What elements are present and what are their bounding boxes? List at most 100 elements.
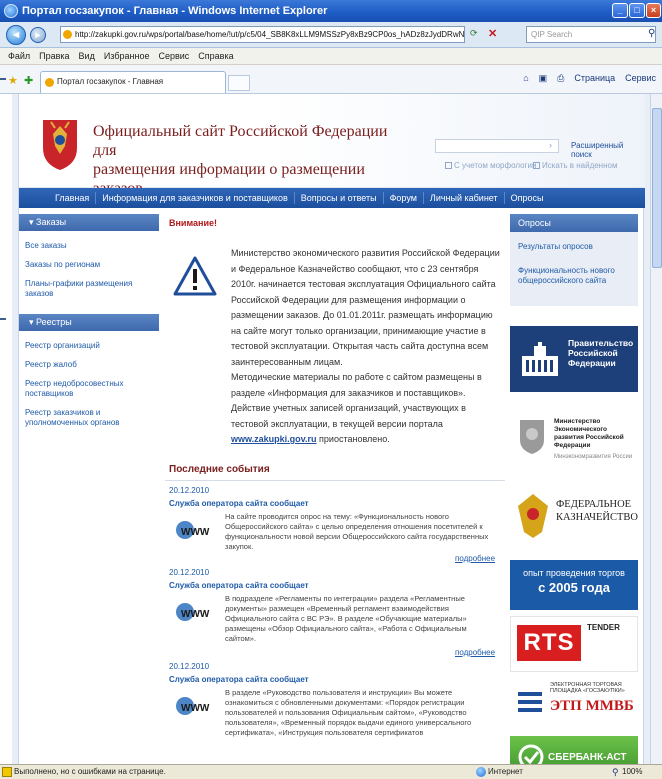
security-zone: Интернет (488, 767, 523, 776)
minimize-button[interactable]: _ (612, 3, 628, 18)
link-registry-unfair[interactable]: Реестр недобросовестных поставщиков (25, 379, 159, 399)
notice-paragraph: Действие учетных записей организаций, уч… (231, 403, 466, 429)
torgi-banner-line2: с 2005 года (538, 580, 610, 595)
browser-viewport: Официальный сайт Российской Федерации дл… (12, 94, 650, 764)
event-item: 20.12.2010 Служба оператора сайта сообща… (165, 662, 505, 752)
edge-fragment (0, 78, 6, 80)
link-registry-complaints[interactable]: Реестр жалоб (25, 360, 159, 370)
advanced-search-link[interactable]: Расширенный поиск (571, 141, 645, 159)
link-orders-by-region[interactable]: Заказы по регионам (25, 260, 159, 270)
event-body: На сайте проводится опрос на тему: «Функ… (225, 512, 489, 551)
link-order-plans[interactable]: Планы-графики размещения заказов (25, 279, 159, 299)
menu-edit[interactable]: Правка (39, 51, 69, 61)
tab-portal[interactable]: Портал госзакупок - Главная (40, 71, 226, 93)
notice-paragraph: приостановлено. (319, 434, 390, 444)
tender-label: TENDER (587, 623, 620, 632)
close-button[interactable]: × (646, 3, 661, 18)
nav-polls[interactable]: Опросы (505, 192, 550, 204)
tab-label: Портал госзакупок - Главная (57, 77, 164, 86)
warning-icon (173, 256, 217, 296)
nav-forum[interactable]: Форум (384, 192, 424, 204)
event-heading[interactable]: Служба оператора сайта сообщает (169, 675, 505, 684)
stop-icon[interactable]: ✕ (488, 27, 497, 40)
add-favorites-icon[interactable]: ✚ (24, 74, 33, 87)
ministry-banner[interactable]: Министерство Экономического развития Рос… (510, 402, 638, 474)
site-search-go-icon[interactable]: › (549, 140, 552, 150)
event-heading[interactable]: Служба оператора сайта сообщает (169, 499, 505, 508)
etp-small-text: ЭЛЕКТРОННАЯ ТОРГОВАЯ ПЛОЩАДКА «ГОСЗАКУПК… (550, 682, 625, 694)
www-logo-icon: WWW (176, 603, 210, 621)
status-text[interactable]: Выполнено, но с ошибками на странице. (14, 765, 166, 779)
home-icon[interactable]: ⌂ (523, 73, 528, 84)
rts-tender-banner[interactable]: RTS TENDER (510, 616, 638, 672)
refresh-icon[interactable]: ⟳ (470, 28, 478, 39)
government-banner-text: Правительство Российской Федерации (568, 338, 634, 368)
page-menu[interactable]: Страница (574, 73, 615, 84)
page-error-icon[interactable] (2, 767, 12, 777)
site-title: Официальный сайт Российской Федерации дл… (93, 122, 413, 198)
address-url: http://zakupki.gov.ru/wps/portal/base/ho… (75, 30, 465, 39)
event-more-link[interactable]: подробнее (455, 648, 495, 657)
orders-heading[interactable]: ▾ Заказы (19, 214, 159, 231)
event-heading[interactable]: Служба оператора сайта сообщает (169, 581, 505, 590)
maximize-button[interactable]: □ (629, 3, 645, 18)
polls-panel: Опросы Результаты опросов Функциональнос… (510, 214, 638, 306)
zoom-icon[interactable]: ⚲ (612, 765, 619, 779)
event-date: 20.12.2010 (169, 486, 210, 495)
poll-results-link[interactable]: Результаты опросов (518, 242, 638, 252)
site-title-line: Официальный сайт Российской Федерации дл… (93, 123, 388, 159)
link-registry-orgs[interactable]: Реестр организаций (25, 341, 159, 351)
link-all-orders[interactable]: Все заказы (25, 241, 159, 251)
feeds-icon[interactable]: ▣ (539, 73, 548, 84)
menu-help[interactable]: Справка (198, 51, 233, 61)
left-sidebar: ▾ Заказы Все заказы Заказы по регионам П… (19, 214, 159, 443)
event-more-link[interactable]: подробнее (455, 554, 495, 563)
search-input[interactable]: QIP Search (526, 26, 656, 43)
zakupki-link[interactable]: www.zakupki.gov.ru (231, 434, 317, 444)
zoom-level[interactable]: 100% (622, 765, 642, 779)
back-button[interactable]: ◄ (6, 25, 26, 45)
www-logo-icon: WWW (176, 697, 210, 715)
nav-info[interactable]: Информация для заказчиков и поставщиков (96, 192, 295, 204)
new-tab-button[interactable] (228, 75, 250, 91)
menu-tools[interactable]: Сервис (158, 51, 189, 61)
address-input[interactable]: http://zakupki.gov.ru/wps/portal/base/ho… (60, 26, 465, 43)
treasury-banner[interactable]: ФЕДЕРАЛЬНОЕ КАЗНАЧЕЙСТВО (510, 484, 638, 550)
torgi-banner-line1: опыт проведения торгов (523, 568, 625, 578)
search-in-found-checkbox[interactable]: Искать в найденном (533, 161, 617, 170)
menu-view[interactable]: Вид (79, 51, 95, 61)
torgi-banner[interactable]: опыт проведения торгов с 2005 года (510, 560, 638, 610)
etp-mmvb-banner[interactable]: ЭЛЕКТРОННАЯ ТОРГОВАЯ ПЛОЩАДКА «ГОСЗАКУПК… (510, 676, 638, 730)
vertical-scrollbar[interactable] (650, 94, 662, 764)
nav-home[interactable]: Главная (49, 192, 97, 204)
sberbank-text: СБЕРБАНК-АСТ (548, 752, 627, 763)
government-banner[interactable]: Правительство Российской Федерации (510, 326, 638, 392)
site-search-input[interactable] (435, 139, 559, 153)
ministry-banner-text: Министерство Экономического развития Рос… (554, 418, 624, 449)
morphology-label: С учетом морфологии (454, 161, 537, 170)
print-icon[interactable]: ⎙ (557, 73, 564, 84)
link-registry-customers[interactable]: Реестр заказчиков и уполномоченных орган… (25, 408, 159, 428)
search-go-icon[interactable]: ⚲ (648, 28, 655, 39)
morphology-checkbox[interactable]: С учетом морфологии (445, 161, 536, 170)
sberbank-logo-icon (518, 744, 544, 764)
scrollbar-thumb[interactable] (652, 108, 662, 268)
menu-file[interactable]: Файл (8, 51, 30, 61)
event-body: В подразделе «Регламенты по интеграции» … (225, 594, 467, 643)
site-nav: Главная Информация для заказчиков и пост… (19, 188, 645, 208)
event-item: 20.12.2010 Служба оператора сайта сообща… (165, 486, 505, 568)
window-title: Портал госзакупок - Главная - Windows In… (22, 5, 328, 17)
sberbank-ast-banner[interactable]: СБЕРБАНК-АСТ (510, 736, 638, 764)
nav-cabinet[interactable]: Личный кабинет (424, 192, 505, 204)
favorites-star-icon[interactable]: ★ (8, 74, 18, 87)
main-content: Внимание! Министерство экономического ра… (165, 214, 505, 737)
menu-bar: Файл Правка Вид Избранное Сервис Справка (0, 48, 662, 65)
treasury-eagle-icon (518, 494, 548, 538)
forward-button[interactable]: ► (30, 27, 46, 43)
tools-menu[interactable]: Сервис (625, 73, 656, 84)
nav-faq[interactable]: Вопросы и ответы (295, 192, 384, 204)
coat-of-arms-icon (43, 120, 77, 170)
registries-heading[interactable]: ▾ Реестры (19, 314, 159, 331)
menu-favorites[interactable]: Избранное (104, 51, 150, 61)
poll-functionality-link[interactable]: Функциональность нового общероссийского … (518, 266, 638, 286)
